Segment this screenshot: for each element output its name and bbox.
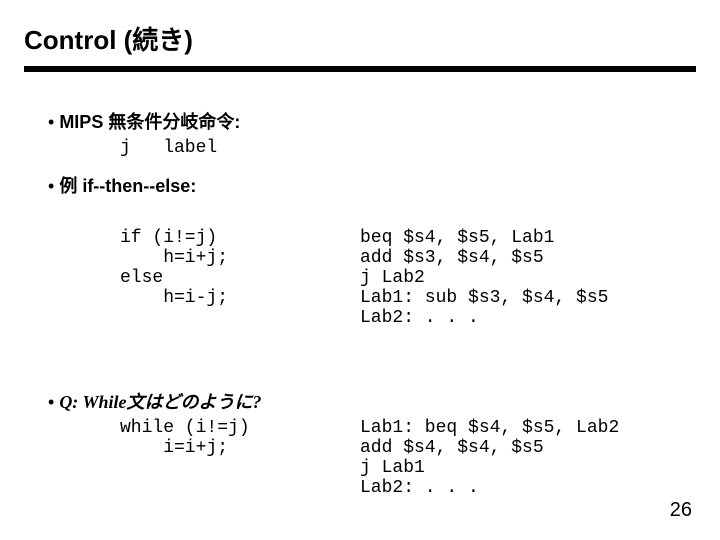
while-example-row: while (i!=j) i=i+j; Lab1: beq $s4, $s5, …	[120, 418, 688, 498]
bullet-mips: MIPS 無条件分岐命令:	[48, 108, 688, 134]
if-asm-code: beq $s4, $s5, Lab1 add $s3, $s4, $s5 j L…	[360, 228, 688, 328]
bullet-example: 例 if--then--else:	[48, 172, 688, 198]
while-asm-code: Lab1: beq $s4, $s5, Lab2 add $s4, $s4, $…	[360, 418, 688, 498]
bullet-question: Q: While文はどのように?	[48, 388, 688, 414]
j-instruction: j label	[120, 138, 688, 158]
title-underline	[24, 66, 696, 72]
slide: Control (続き) MIPS 無条件分岐命令: j label 例 if-…	[0, 0, 720, 540]
if-c-code: if (i!=j) h=i+j; else h=i-j;	[120, 228, 320, 328]
page-number: 26	[670, 499, 692, 522]
while-c-code: while (i!=j) i=i+j;	[120, 418, 320, 498]
slide-body: MIPS 無条件分岐命令: j label 例 if--then--else: …	[48, 100, 688, 498]
if-example-row: if (i!=j) h=i+j; else h=i-j; beq $s4, $s…	[120, 228, 688, 328]
slide-title: Control (続き)	[24, 20, 193, 57]
bullet-mips-prefix: MIPS	[59, 112, 108, 132]
bullet-question-text: Q: While文はどのように?	[59, 392, 261, 412]
bullet-mips-bold: 無条件分岐命令:	[108, 112, 240, 132]
